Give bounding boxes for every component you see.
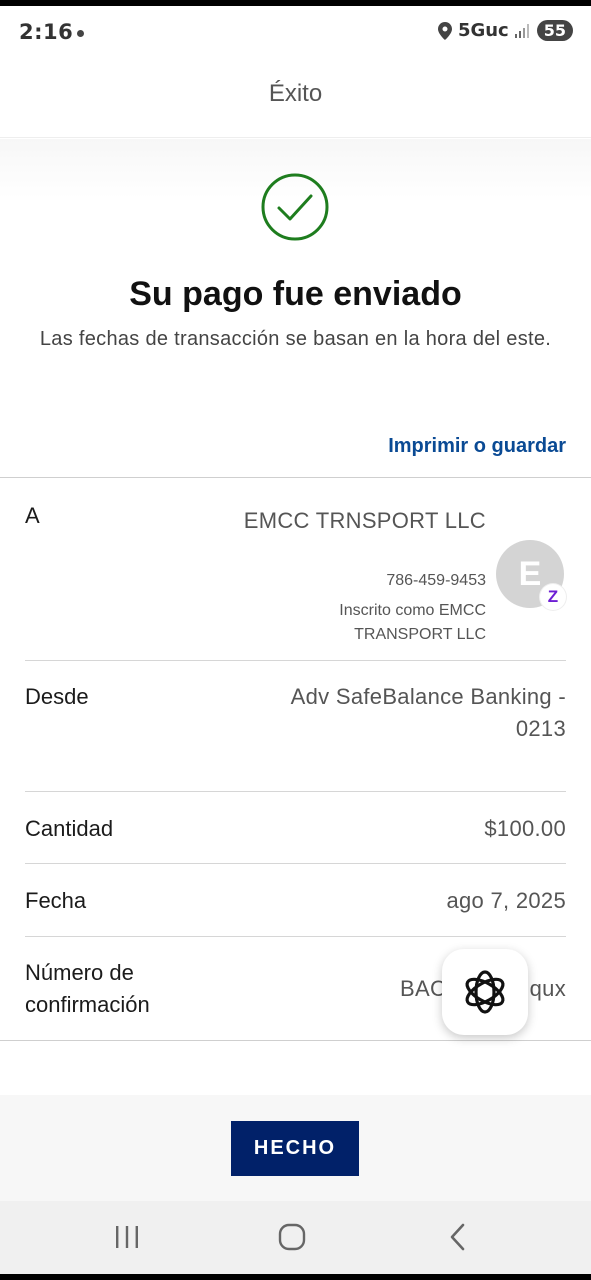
divider (25, 660, 566, 661)
header: Éxito (0, 58, 591, 138)
success-title: Su pago fue enviado (129, 275, 462, 313)
recipient-name: EMCC TRNSPORT LLC (243, 508, 486, 533)
home-icon (278, 1223, 306, 1251)
home-button[interactable] (262, 1215, 322, 1259)
navigation-bar (0, 1201, 591, 1274)
success-section: Su pago fue enviado Las fechas de transa… (0, 139, 591, 477)
to-label: A (25, 503, 40, 528)
status-time: 2:16 (19, 20, 74, 44)
recents-button[interactable] (97, 1215, 157, 1259)
zelle-icon: Z (540, 584, 566, 610)
amount-value: $100.00 (484, 816, 566, 841)
divider (25, 791, 566, 792)
network-type: 5Guc (457, 20, 509, 41)
battery-indicator: 55 (536, 20, 573, 41)
back-button[interactable] (428, 1215, 488, 1259)
status-bar: 2:16 5Guc 55 (0, 6, 591, 58)
recipient-enrolled-as: Inscrito como EMCC TRANSPORT LLC (339, 602, 486, 643)
divider (25, 936, 566, 937)
divider (0, 1040, 591, 1041)
date-value: ago 7, 2025 (446, 888, 566, 913)
print-or-save-link[interactable]: Imprimir o guardar (388, 435, 566, 458)
confirmation-label: Número de confirmación (25, 960, 150, 1017)
check-circle-icon (261, 173, 329, 241)
divider (0, 477, 591, 478)
notification-dot-icon (77, 30, 84, 37)
signal-icon (514, 23, 529, 38)
recipient-phone: 786-459-9453 (386, 572, 486, 589)
assistant-bubble[interactable] (442, 949, 528, 1035)
confirmation-value-start: BAC (400, 976, 447, 1001)
assistant-knot-icon (465, 970, 505, 1014)
divider (25, 863, 566, 864)
back-icon (450, 1223, 465, 1251)
date-label: Fecha (25, 888, 87, 913)
success-subtitle: Las fechas de transacción se basan en la… (39, 328, 552, 350)
confirmation-value-end: qux (529, 976, 566, 1001)
amount-label: Cantidad (25, 816, 114, 841)
recents-icon (116, 1226, 138, 1248)
page-title: Éxito (268, 80, 323, 107)
location-icon (437, 21, 452, 40)
footer: HECHO (0, 1095, 591, 1201)
screen: 2:16 5Guc 55 Éxito Su pago fue enviado L… (0, 6, 591, 1274)
from-label: Desde (25, 684, 89, 709)
status-icons: 5Guc 55 (437, 20, 573, 41)
from-account: Adv SafeBalance Banking - 0213 (290, 684, 566, 741)
done-button[interactable]: HECHO (231, 1121, 359, 1176)
